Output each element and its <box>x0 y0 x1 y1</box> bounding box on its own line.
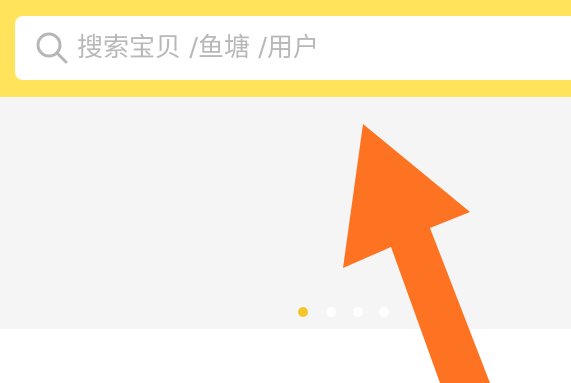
arrow-annotation-icon <box>343 124 490 383</box>
